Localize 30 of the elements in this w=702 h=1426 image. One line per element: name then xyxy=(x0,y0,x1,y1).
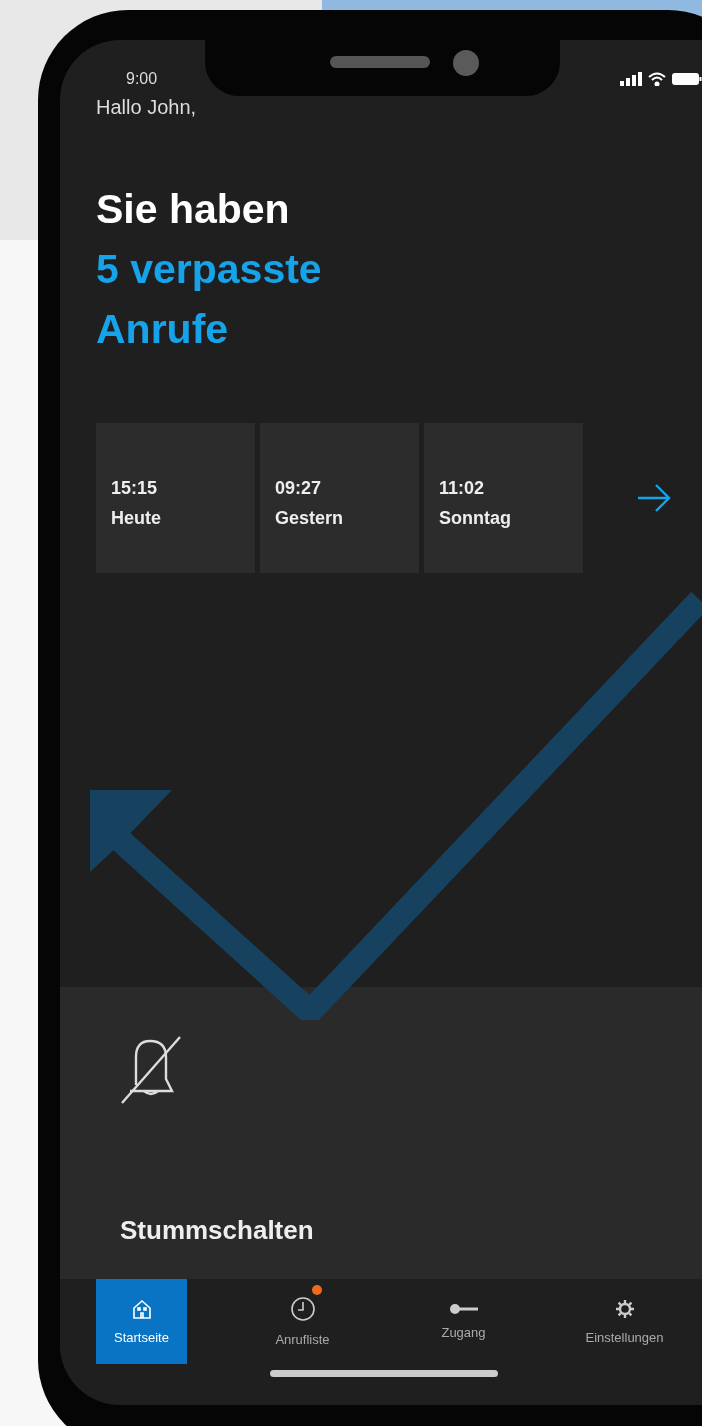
mute-label: Stummschalten xyxy=(120,1215,314,1246)
headline-text: Sie haben xyxy=(96,185,291,234)
front-camera xyxy=(453,50,479,76)
call-day: Gestern xyxy=(275,503,419,533)
home-icon xyxy=(130,1298,153,1320)
call-time: 11:02 xyxy=(439,477,486,500)
missed-call-card[interactable]: 15:15 Heute xyxy=(96,423,255,573)
mute-panel[interactable]: Stummschalten xyxy=(60,987,702,1279)
status-time: 9:00 xyxy=(126,70,158,88)
clock-icon xyxy=(289,1296,316,1322)
missed-call-card[interactable]: 11:02 Sonntag xyxy=(424,423,583,573)
battery-icon xyxy=(672,72,702,86)
wifi-icon xyxy=(648,72,666,86)
nav-tab[interactable]: Startseite xyxy=(96,1279,187,1364)
nav-tab[interactable]: Zugang xyxy=(418,1279,509,1364)
call-time: 09:27 xyxy=(275,477,323,500)
settings-icon xyxy=(613,1298,636,1320)
signal-icon xyxy=(620,72,642,86)
greeting-text: Hallo John, xyxy=(96,96,198,119)
call-day: Heute xyxy=(111,503,255,533)
arrow-right-icon[interactable] xyxy=(636,483,672,513)
call-day: Sonntag xyxy=(439,503,583,533)
key-icon xyxy=(448,1303,479,1315)
nav-tab[interactable]: Einstellungen xyxy=(579,1279,670,1364)
bell-off-icon xyxy=(120,1035,182,1105)
missed-calls-headline: Anrufe xyxy=(96,305,230,354)
missed-calls-headline: 5 verpasste xyxy=(96,245,323,294)
missed-call-card[interactable]: 09:27 Gestern xyxy=(260,423,419,573)
nav-tab[interactable]: Anrufliste xyxy=(257,1279,348,1364)
call-time: 15:15 xyxy=(111,477,159,500)
